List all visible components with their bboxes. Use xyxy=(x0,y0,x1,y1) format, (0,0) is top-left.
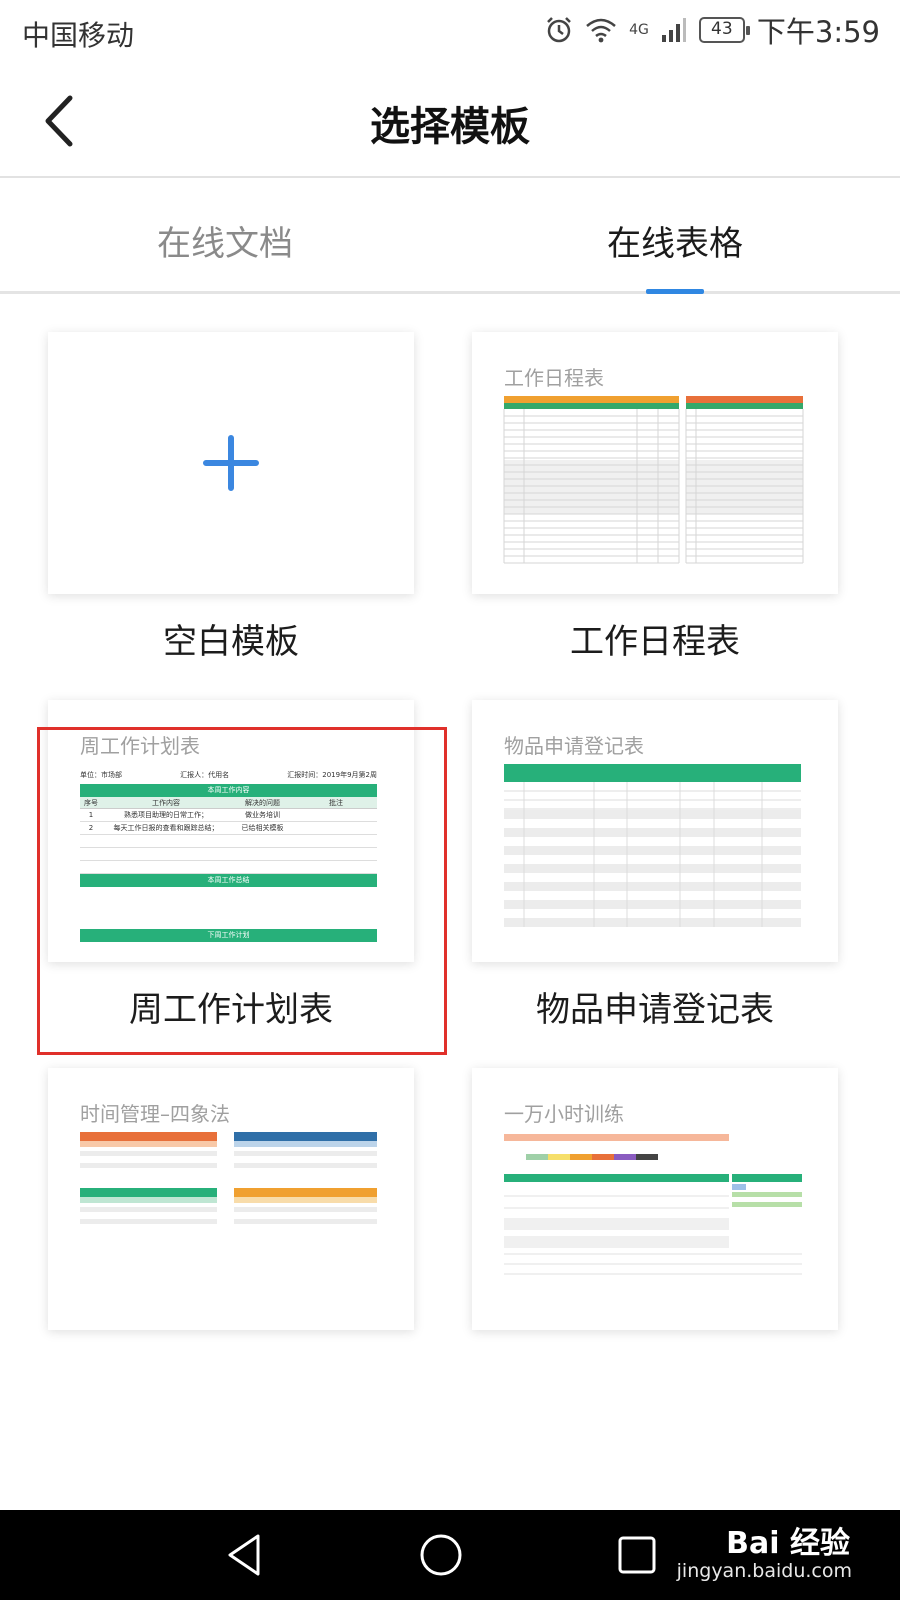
template-caption: 空白模板 xyxy=(163,622,299,662)
battery-icon: 43 xyxy=(698,17,750,43)
template-thumbnail xyxy=(48,332,414,594)
home-circle-icon[interactable] xyxy=(414,1528,468,1582)
thumbnail-title: 物品申请登记表 xyxy=(504,734,644,758)
alarm-icon xyxy=(547,17,571,43)
template-thumbnail: 工作日程表 xyxy=(472,332,838,594)
page-title: 选择模板 xyxy=(370,104,530,150)
tab-label: 在线文档 xyxy=(157,224,293,264)
carrier-name: 中国移动 xyxy=(22,19,135,52)
system-nav-bar: Bai 经验 jingyan.baidu.com xyxy=(0,1510,900,1600)
network-type: 4G xyxy=(629,22,649,38)
thumbnail-title: 一万小时训练 xyxy=(504,1102,624,1126)
template-thumbnail: 一万小时训练 xyxy=(472,1068,838,1330)
tab-bar: 在线文档 在线表格 xyxy=(0,178,900,294)
recents-square-icon[interactable] xyxy=(610,1528,664,1582)
tab-online-docs[interactable]: 在线文档 xyxy=(0,178,450,291)
tab-label: 在线表格 xyxy=(607,224,743,264)
status-bar: 中国移动 4G 43 下午3:59 xyxy=(0,0,900,64)
watermark-site: jingyan.baidu.com xyxy=(676,1560,852,1582)
back-triangle-icon[interactable] xyxy=(218,1528,272,1582)
status-icons: 4G 43 下午3:59 xyxy=(545,12,880,49)
template-thumbnail: 时间管理–四象法 xyxy=(48,1068,414,1330)
thumbnail-title: 工作日程表 xyxy=(504,366,604,390)
template-thumbnail: 物品申请登记表 xyxy=(472,700,838,962)
wifi-icon xyxy=(586,18,616,43)
selection-highlight xyxy=(37,727,447,1055)
template-caption: 物品申请登记表 xyxy=(536,990,774,1030)
clock-time: 下午3:59 xyxy=(756,15,880,49)
plus-icon xyxy=(203,435,259,491)
watermark-brand: Bai 经验 xyxy=(726,1526,850,1561)
title-bar: 选择模板 xyxy=(0,64,900,178)
tab-online-sheets[interactable]: 在线表格 xyxy=(450,178,900,294)
active-tab-indicator xyxy=(646,289,704,294)
template-caption: 工作日程表 xyxy=(570,622,740,662)
signal-icon xyxy=(661,18,686,42)
thumbnail-title: 时间管理–四象法 xyxy=(80,1102,230,1126)
